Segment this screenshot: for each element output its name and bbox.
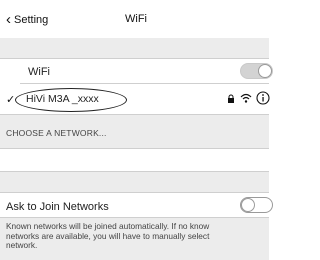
network-name: HiVi M3A _xxxx — [26, 93, 99, 105]
empty-network-row — [0, 149, 269, 171]
back-button[interactable]: ‹ Setting — [6, 12, 48, 28]
toggle-knob — [241, 198, 255, 212]
back-label: Setting — [14, 14, 49, 26]
lock-icon — [228, 94, 234, 103]
footnote-line: networks are available, you will have to… — [6, 230, 210, 241]
checkmark-icon: ✓ — [6, 94, 16, 106]
footnote-line: network. — [6, 240, 38, 250]
wifi-signal-icon — [240, 93, 252, 103]
top-spacer-band — [0, 38, 269, 58]
info-icon[interactable] — [256, 91, 270, 105]
toggle-knob — [258, 64, 272, 78]
ask-to-join-toggle[interactable] — [240, 197, 273, 213]
footnote-text: Known networks will be joined automatica… — [6, 221, 268, 251]
ask-to-join-label: Ask to Join Networks — [6, 201, 109, 213]
wifi-toggle[interactable] — [240, 63, 273, 79]
spacer-band — [0, 172, 269, 192]
wifi-label: WiFi — [28, 66, 50, 78]
chevron-left-icon: ‹ — [6, 11, 11, 28]
choose-network-header: CHOOSE A NETWORK... — [6, 128, 107, 138]
page-title: WiFi — [125, 13, 147, 25]
